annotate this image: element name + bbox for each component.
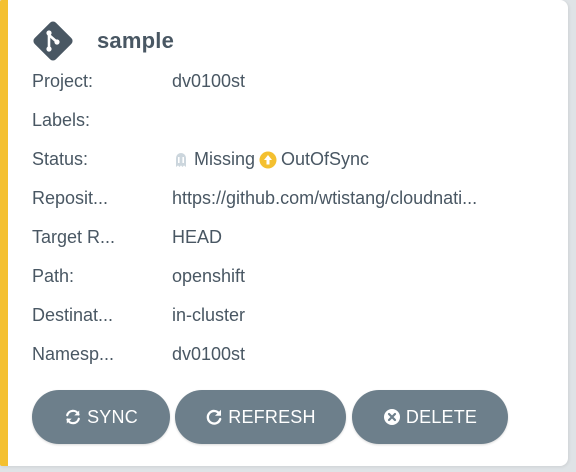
sync-button[interactable]: SYNC	[32, 390, 170, 444]
delete-button[interactable]: DELETE	[352, 390, 508, 444]
status-value: Missing OutOfSync	[172, 149, 562, 170]
health-status: Missing	[194, 149, 256, 169]
path-label: Path:	[32, 266, 75, 286]
card-header: sample	[32, 20, 174, 62]
project-value: dv0100st	[172, 71, 246, 91]
times-circle-icon	[383, 409, 400, 425]
application-card[interactable]: sample Project: dv0100st Labels: Status:…	[0, 0, 568, 466]
arrow-up-circle-icon	[259, 151, 277, 168]
destination-label: Destinat...	[32, 305, 114, 325]
project-label: Project:	[32, 71, 94, 91]
sync-icon	[66, 409, 80, 425]
status-label: Status:	[32, 149, 89, 169]
destination-value: in-cluster	[172, 305, 246, 325]
sync-button-label: SYNC	[87, 406, 138, 427]
destination-row: Destinat... in-cluster	[32, 296, 562, 335]
refresh-button-label: REFRESH	[228, 406, 316, 427]
repository-row: Reposit... https://github.com/wtistang/c…	[32, 179, 562, 218]
target-revision-label: Target R...	[32, 227, 116, 247]
sync-status: OutOfSync	[281, 149, 370, 169]
target-revision-value: HEAD	[172, 227, 223, 247]
app-name[interactable]: sample	[97, 28, 174, 54]
delete-button-label: DELETE	[405, 406, 478, 427]
namespace-label: Namesp...	[32, 344, 115, 364]
labels-row: Labels:	[32, 101, 562, 140]
redo-icon	[206, 409, 222, 425]
namespace-row: Namesp... dv0100st	[32, 335, 562, 374]
status-row: Status: Missing OutOfSync	[32, 140, 562, 179]
project-row: Project: dv0100st	[32, 62, 562, 101]
repository-value[interactable]: https://github.com/wtistang/cloudnati...	[172, 188, 562, 209]
card-actions: SYNC REFRESH DELETE	[32, 390, 513, 444]
labels-label: Labels:	[32, 110, 91, 130]
repository-label: Reposit...	[32, 188, 109, 208]
path-row: Path: openshift	[32, 257, 562, 296]
refresh-button[interactable]: REFRESH	[175, 390, 346, 444]
target-revision-row: Target R... HEAD	[32, 218, 562, 257]
app-details: Project: dv0100st Labels: Status: Missin…	[32, 62, 562, 374]
namespace-value: dv0100st	[172, 344, 246, 364]
git-branch-diamond-icon	[33, 21, 73, 61]
ghost-icon	[176, 152, 186, 167]
path-value: openshift	[172, 266, 246, 286]
